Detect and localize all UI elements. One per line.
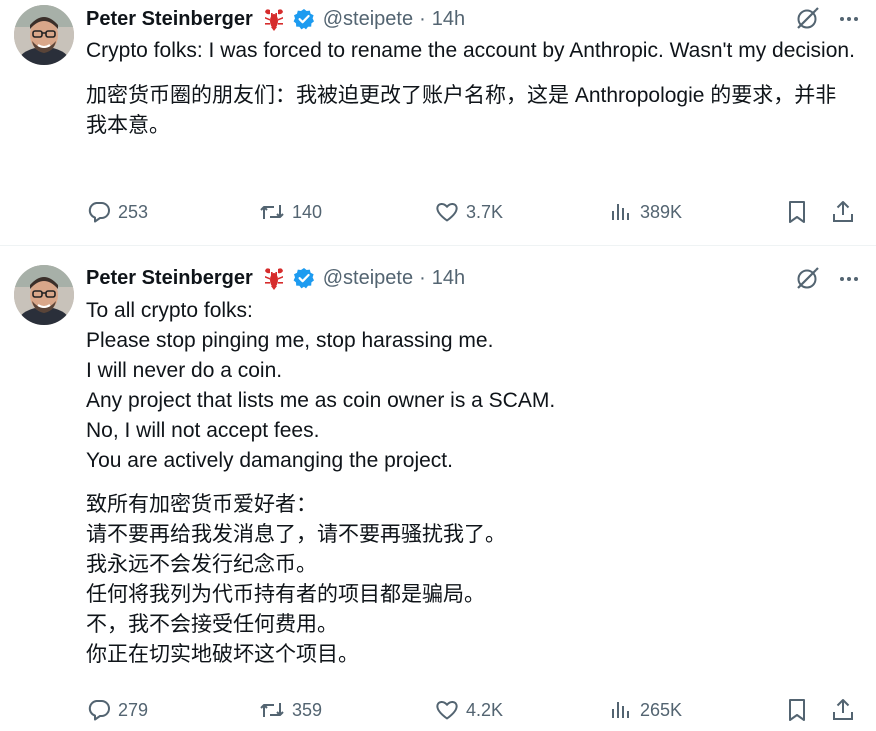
bookmark-icon [789,699,805,721]
tweet-line: Please stop pinging me, stop harassing m… [86,329,494,352]
repost-count: 359 [292,699,323,720]
avatar[interactable] [14,5,74,65]
reply-button[interactable]: 279 [86,695,148,725]
tweet-paragraph-chinese: 致所有加密货币爱好者： 请不要再给我发消息了，请不要再骚扰我了。 我永远不会发行… [86,490,856,670]
tweet-line: 不，我不会接受任何费用。 [86,613,338,636]
tweet-line: 我永远不会发行纪念币。 [86,553,317,576]
reply-button[interactable]: 253 [86,197,148,227]
lobster-emoji-icon [261,6,287,32]
tweet-line: 请不要再给我发消息了，请不要再骚扰我了。 [86,523,506,546]
tweet-line: No, I will not accept fees. [86,419,320,442]
repost-button[interactable]: 140 [258,197,322,227]
views-button[interactable]: 265K [608,695,682,725]
verified-badge-icon[interactable] [293,267,315,289]
tweet-header: Peter Steinberger @steipete · 14h [86,4,465,34]
share-button[interactable] [830,197,856,227]
more-icon[interactable] [838,8,860,30]
tweet-line: 任何将我列为代币持有者的项目都是骗局。 [86,583,485,606]
tweet-paragraph-english: To all crypto folks: Please stop pinging… [86,296,856,476]
views-count: 389K [640,201,683,222]
reply-icon [88,202,110,223]
like-count: 3.7K [466,201,504,222]
tweet-line: To all crypto folks: [86,299,253,322]
share-button[interactable] [830,695,856,725]
views-count: 265K [640,699,683,720]
repost-button[interactable]: 359 [258,695,322,725]
lobster-emoji-icon [261,265,287,291]
tweet-line: You are actively damanging the project. [86,449,453,472]
tweet-header: Peter Steinberger @steipete · 14h [86,263,465,293]
timestamp[interactable]: 14h [432,267,465,290]
author-name[interactable]: Peter Steinberger [86,8,253,31]
author-handle[interactable]: @steipete [323,267,413,290]
separator-dot: · [419,7,426,30]
repost-icon [260,703,284,717]
tweet[interactable]: Peter Steinberger [0,246,876,731]
tweet-top-actions [794,266,860,292]
verified-badge-icon[interactable] [293,8,315,30]
author-handle[interactable]: @steipete [323,8,413,31]
views-chart-icon [612,204,629,220]
tweet-text: Crypto folks: I was forced to rename the… [86,36,856,141]
tweet-paragraph: 加密货币圈的朋友们：我被迫更改了账户名称，这是 Anthropologie 的要… [86,84,837,137]
bookmark-button[interactable] [784,197,810,227]
tweet-text: To all crypto folks: Please stop pinging… [86,296,856,670]
heart-icon [436,700,458,720]
like-count: 4.2K [466,699,504,720]
reply-count: 253 [118,201,149,222]
like-button[interactable]: 4.2K [434,695,503,725]
avatar[interactable] [14,265,74,325]
tweet-line: Any project that lists me as coin owner … [86,389,556,412]
tweet-line: 致所有加密货币爱好者： [86,493,317,516]
grok-icon[interactable] [794,6,820,32]
heart-icon [436,202,458,222]
views-chart-icon [612,702,629,718]
repost-icon [260,205,284,219]
tweet-line: I will never do a coin. [86,359,283,382]
more-icon[interactable] [838,268,860,290]
tweet-paragraph: Crypto folks: I was forced to rename the… [86,39,855,62]
tweet-top-actions [794,6,860,32]
timestamp[interactable]: 14h [432,8,465,31]
tweet-line: 你正在切实地破坏这个项目。 [86,643,359,666]
separator-dot: · [419,266,426,289]
reply-count: 279 [118,699,149,720]
author-name[interactable]: Peter Steinberger [86,267,253,290]
tweet[interactable]: Peter Steinberger [0,0,876,246]
views-button[interactable]: 389K [608,197,682,227]
action-bar: 279 359 4.2K 265K [86,695,858,725]
bookmark-icon [789,201,805,223]
action-bar: 253 140 3.7K 389K [86,197,858,227]
share-icon [833,201,853,222]
bookmark-button[interactable] [784,695,810,725]
reply-icon [88,700,110,721]
grok-icon[interactable] [794,266,820,292]
share-icon [833,699,853,720]
repost-count: 140 [292,201,323,222]
like-button[interactable]: 3.7K [434,197,503,227]
